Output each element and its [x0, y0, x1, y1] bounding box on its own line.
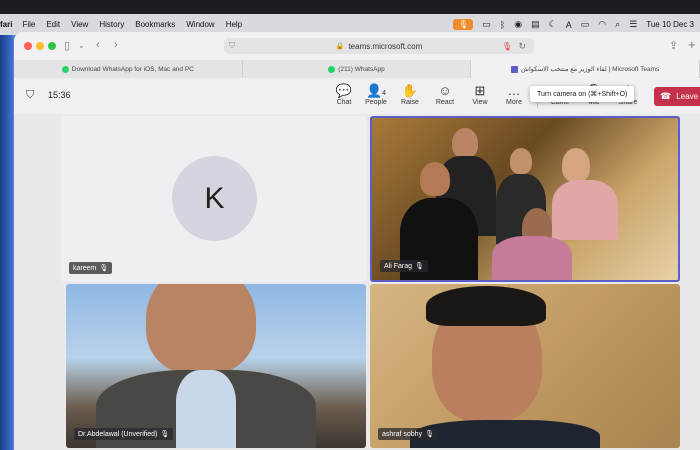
participant-tile-ashraf-sobhy[interactable]: ashraf sobhy 🎙 — [370, 284, 680, 448]
video-person — [552, 180, 618, 240]
address-text: teams.microsoft.com — [348, 41, 423, 51]
mic-icon: 🎙 — [160, 431, 170, 438]
mic-icon: 🎙 — [425, 431, 434, 438]
participant-name: ashraf sobhy 🎙 — [378, 428, 438, 440]
new-tab-icon[interactable]: + — [688, 37, 696, 52]
meeting-timer: 15:36 — [48, 90, 71, 100]
mic-icon: 🎙 — [415, 263, 424, 270]
leave-label: Leave — [676, 92, 699, 101]
wifi-icon[interactable]: ◠ — [598, 19, 606, 30]
video-person — [176, 370, 236, 448]
menu-view[interactable]: View — [71, 20, 88, 29]
tab-whatsapp[interactable]: (211) WhatsApp — [243, 60, 472, 78]
browser-toolbar: ▯ ⌄ ‹ › ⛉ 🔒 teams.microsoft.com 🎙 ↻ ⇪ + — [14, 32, 700, 60]
participant-tile-ali-farag[interactable]: Ali Farag 🎙 — [370, 116, 680, 282]
chat-icon: 💬 — [335, 83, 353, 98]
display-icon[interactable]: ▤ — [531, 19, 540, 30]
zoom-window-button[interactable] — [48, 42, 56, 50]
participant-name-text: Ali Farag — [384, 263, 413, 270]
tab-label: (211) WhatsApp — [338, 65, 385, 73]
meeting-info-icon[interactable]: ⛉ — [26, 89, 34, 102]
menubar-clock[interactable]: Tue 10 Dec 3 — [646, 20, 694, 29]
chat-label: Chat — [336, 99, 352, 106]
search-icon[interactable]: ⌕ — [615, 19, 620, 30]
control-center-icon[interactable]: ☰ — [629, 19, 637, 30]
tab-label: لقاء الوزير مع منتخب الاسكواش | Microsof… — [521, 66, 660, 73]
menu-edit[interactable]: Edit — [46, 20, 60, 29]
view-label: View — [472, 99, 488, 106]
lock-icon: 🔒 — [335, 43, 345, 50]
more-icon: … — [507, 83, 521, 98]
participant-tile-kareem[interactable]: K kareem 🎙 — [61, 116, 366, 282]
video-person — [426, 286, 546, 326]
forward-icon[interactable]: › — [114, 39, 118, 51]
avatar: K — [172, 156, 257, 241]
tab-whatsapp-download[interactable]: Download WhatsApp for iOS, Mac and PC — [14, 60, 243, 78]
raise-label: Raise — [401, 99, 419, 106]
people-count: 4 — [382, 90, 387, 97]
app-menu[interactable]: fari — [0, 20, 12, 29]
close-window-button[interactable] — [24, 42, 32, 50]
chat-button[interactable]: 💬 Chat — [328, 83, 360, 106]
privacy-icon: ⛉ — [229, 41, 235, 50]
tab-bar: Download WhatsApp for iOS, Mac and PC (2… — [14, 60, 700, 78]
grid-icon: ⊞ — [474, 83, 486, 98]
view-button[interactable]: ⊞ View — [464, 83, 496, 106]
participant-tile-dr-abdelawal[interactable]: Dr.Abdelawal (Unverified) 🎙 — [66, 284, 366, 448]
menu-help[interactable]: Help — [226, 20, 242, 29]
video-person — [410, 420, 600, 448]
react-label: React — [435, 99, 455, 106]
participant-name: Dr.Abdelawal (Unverified) 🎙 — [74, 428, 174, 440]
tab-teams[interactable]: لقاء الوزير مع منتخب الاسكواش | Microsof… — [471, 60, 700, 78]
video-person — [452, 128, 478, 158]
video-person — [146, 284, 256, 374]
menu-bookmarks[interactable]: Bookmarks — [135, 20, 175, 29]
menu-history[interactable]: History — [99, 20, 124, 29]
mic-active-icon[interactable]: 🎙 — [502, 42, 512, 51]
menu-file[interactable]: File — [22, 20, 35, 29]
bluetooth-icon[interactable]: ᛒ — [500, 20, 505, 30]
participant-name-text: kareem — [73, 265, 97, 272]
record-icon[interactable]: ◉ — [514, 19, 522, 30]
reload-icon[interactable]: ↻ — [518, 41, 526, 52]
smiley-icon: ☺ — [438, 83, 452, 98]
more-button[interactable]: … More — [498, 83, 530, 106]
share-page-icon[interactable]: ⇪ — [669, 39, 678, 52]
leave-button[interactable]: ☎ Leave — [654, 87, 700, 106]
people-button[interactable]: 👤4 People — [360, 83, 392, 106]
hand-icon: ✋ — [401, 83, 419, 98]
people-icon: 👤4 — [365, 83, 387, 98]
video-person — [420, 162, 450, 196]
people-label: People — [365, 99, 387, 106]
battery-icon[interactable]: ▭ — [581, 19, 590, 30]
screen-icon[interactable]: ▭ — [482, 19, 491, 30]
raise-hand-button[interactable]: ✋ Raise — [394, 83, 426, 106]
phone-icon: ☎ — [660, 91, 672, 101]
address-bar[interactable]: ⛉ 🔒 teams.microsoft.com 🎙 ↻ — [224, 38, 534, 54]
input-source-icon[interactable]: A — [566, 20, 572, 30]
whatsapp-icon — [61, 65, 69, 73]
react-button[interactable]: ☺ React — [429, 83, 461, 106]
mic-in-use-icon[interactable]: 🎙 — [453, 19, 474, 30]
tab-label: Download WhatsApp for iOS, Mac and PC — [71, 65, 194, 73]
minimize-window-button[interactable] — [36, 42, 44, 50]
back-icon[interactable]: ‹ — [96, 39, 100, 51]
menu-window[interactable]: Window — [186, 20, 214, 29]
moon-icon[interactable]: ☾ — [549, 19, 557, 30]
whatsapp-icon — [328, 65, 336, 73]
participant-name-text: ashraf sobhy — [382, 431, 423, 438]
video-person — [562, 148, 590, 182]
more-label: More — [506, 99, 522, 106]
video-person — [492, 236, 572, 280]
participant-name: Ali Farag 🎙 — [380, 260, 428, 272]
chevron-down-icon[interactable]: ⌄ — [78, 41, 85, 50]
sidebar-icon[interactable]: ▯ — [64, 39, 70, 52]
mic-icon: 🎙 — [99, 265, 109, 272]
video-stage: K kareem 🎙 Ali Farag 🎙 Dr.Abdelawal (Unv… — [14, 114, 700, 450]
teams-icon — [511, 65, 519, 73]
participant-name: kareem 🎙 — [69, 262, 113, 274]
camera-tooltip: Turn camera on (⌘+Shift+O) — [530, 86, 635, 102]
video-person — [510, 148, 532, 174]
participant-name-text: Dr.Abdelawal (Unverified) — [78, 431, 158, 438]
